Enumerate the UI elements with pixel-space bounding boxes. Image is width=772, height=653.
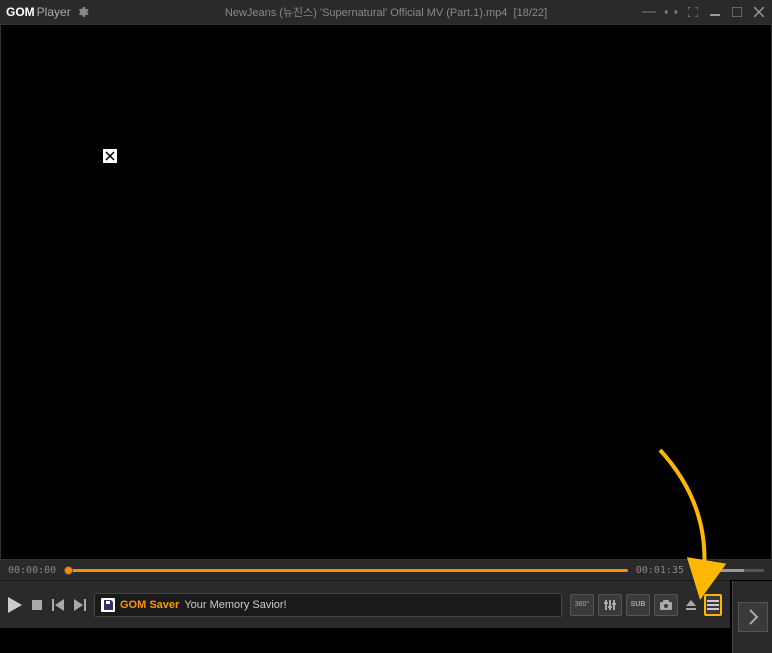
info-message: Your Memory Savior!: [184, 599, 286, 611]
settings-gear-icon[interactable]: [77, 6, 89, 18]
window-controls: [642, 5, 766, 19]
logo-gom: GOM: [6, 5, 35, 19]
previous-button[interactable]: [52, 599, 64, 611]
seek-slider[interactable]: [64, 569, 628, 572]
current-time: 00:00:00: [8, 565, 56, 576]
playback-controls: [8, 597, 86, 613]
saver-icon: [101, 598, 115, 612]
compact-icon[interactable]: [664, 5, 678, 19]
control-panel-button[interactable]: [598, 594, 622, 616]
skin-icon[interactable]: [642, 5, 656, 19]
close-icon[interactable]: [752, 5, 766, 19]
maximize-icon[interactable]: [730, 5, 744, 19]
play-button[interactable]: [8, 597, 22, 613]
expand-panel-button[interactable]: [738, 602, 768, 632]
seek-thumb-icon[interactable]: [64, 566, 73, 575]
annotation-arrow-icon: [620, 440, 740, 620]
logo-player: Player: [37, 5, 71, 19]
info-accent-text: GOM Saver: [120, 599, 179, 611]
broken-image-icon: [103, 149, 117, 163]
vr360-button[interactable]: 360°: [570, 594, 594, 616]
info-bar[interactable]: GOM Saver Your Memory Savior!: [94, 593, 562, 617]
window-title: NewJeans (뉴진스) 'Supernatural' Official M…: [225, 4, 547, 20]
stop-button[interactable]: [32, 600, 42, 610]
fullscreen-icon[interactable]: [686, 5, 700, 19]
title-bar: GOM Player NewJeans (뉴진스) 'Supernatural'…: [0, 0, 772, 24]
minimize-icon[interactable]: [708, 5, 722, 19]
next-button[interactable]: [74, 599, 86, 611]
app-logo: GOM Player: [6, 5, 71, 19]
